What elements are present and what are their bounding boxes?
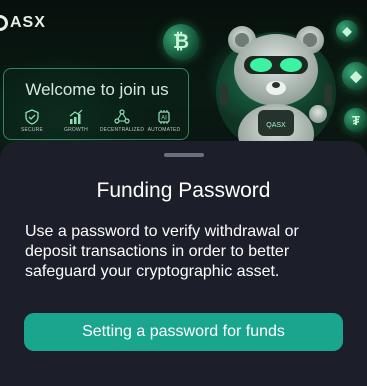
ethereum-coin-icon: ◆ bbox=[336, 20, 358, 42]
bitcoin-coin-icon: ₿ bbox=[163, 24, 199, 60]
sheet-drag-handle[interactable] bbox=[164, 153, 204, 157]
feature-secure: SECURE bbox=[10, 109, 54, 133]
ai-chip-icon: AI bbox=[158, 110, 170, 124]
mascot-badge-text: QASX bbox=[266, 122, 286, 129]
feature-automated: AI AUTOMATED bbox=[142, 109, 186, 133]
feature-label: DECENTRALIZED bbox=[99, 127, 145, 133]
brand-logo: ASX bbox=[0, 13, 46, 33]
decentralized-network-icon bbox=[114, 109, 130, 124]
logo-mark-icon bbox=[0, 15, 8, 31]
sheet-description: Use a password to verify withdrawal or d… bbox=[25, 223, 299, 280]
logo-text: ASX bbox=[10, 14, 46, 31]
shield-check-icon bbox=[25, 109, 39, 125]
tether-coin-icon: ₮ bbox=[344, 108, 367, 132]
funding-password-sheet: Funding Password Use a password to verif… bbox=[0, 141, 367, 386]
feature-decentralized: DECENTRALIZED bbox=[97, 109, 147, 133]
svg-text:AI: AI bbox=[161, 116, 167, 122]
ethereum-coin-icon: ◆ bbox=[342, 62, 367, 90]
feature-label: SECURE bbox=[20, 127, 44, 133]
feature-growth: GROWTH bbox=[54, 109, 98, 133]
sheet-title: Funding Password bbox=[96, 179, 271, 202]
set-funds-password-button[interactable]: Setting a password for funds bbox=[24, 313, 343, 351]
welcome-card: Welcome to join us SECURE GROWTH DECENTR… bbox=[3, 68, 189, 140]
feature-label: AUTOMATED bbox=[147, 127, 181, 133]
welcome-title: Welcome to join us bbox=[25, 80, 169, 99]
growth-chart-icon bbox=[69, 109, 83, 124]
feature-label: GROWTH bbox=[64, 127, 88, 133]
